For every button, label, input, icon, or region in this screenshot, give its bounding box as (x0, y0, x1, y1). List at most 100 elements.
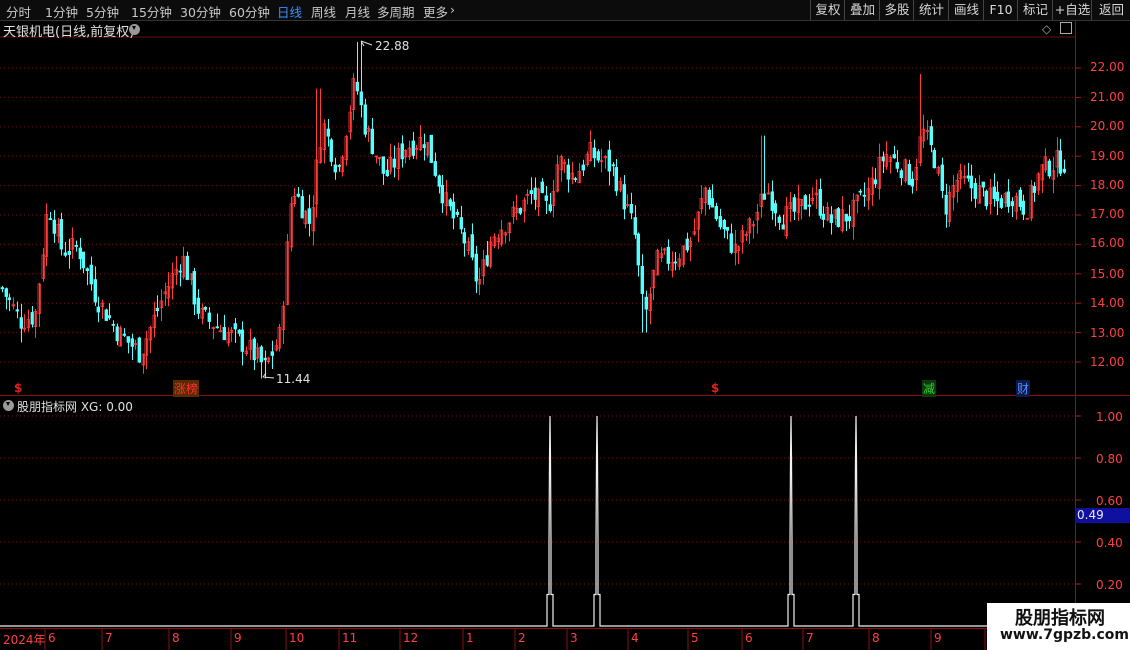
candle-body (215, 326, 219, 329)
price-tick: 15.00 (1090, 267, 1125, 281)
candle-body (115, 326, 119, 342)
candle-body (999, 198, 1003, 208)
candle-body (326, 128, 330, 137)
candle-body (52, 219, 56, 234)
candle-body (192, 271, 196, 305)
candle-body (944, 194, 948, 215)
candle-body (607, 149, 611, 172)
candle-body (462, 232, 466, 244)
candle-body (392, 158, 396, 168)
event-marker-zhangbang[interactable]: 涨榜 (173, 380, 200, 397)
event-marker-reduce[interactable]: 减 (922, 380, 937, 397)
price-tick: 13.00 (1090, 326, 1125, 340)
high-price-label: 22.88 (375, 39, 410, 53)
candle-body (981, 181, 985, 188)
candle-body (300, 196, 304, 219)
event-marker-finance[interactable]: 财 (1016, 380, 1031, 397)
candle-body (1010, 201, 1014, 207)
indicator-tick: 0.60 (1096, 494, 1123, 508)
candle-body (573, 178, 577, 181)
candle-body (592, 147, 596, 159)
candle-body (729, 233, 733, 253)
candle-body (85, 268, 89, 271)
price-tick: 21.00 (1090, 90, 1125, 104)
indicator-tick: 0.80 (1096, 452, 1123, 466)
candle-body (96, 306, 100, 313)
candle-body (48, 218, 52, 221)
xg-signal-line (0, 415, 1075, 627)
candle-body (807, 204, 811, 207)
candle-body (263, 357, 267, 361)
window-toggle-icon[interactable] (1060, 22, 1072, 34)
candle-body (773, 203, 777, 214)
candle-body (629, 204, 633, 214)
candle-body (237, 329, 241, 334)
chevron-down-icon[interactable] (129, 24, 140, 35)
candle-body (455, 211, 459, 215)
candle-body (821, 213, 825, 220)
candle-body (355, 81, 359, 92)
stock-title: 天银机电(日线,前复权) (3, 25, 135, 40)
candle-body (78, 247, 82, 260)
low-pointer (262, 372, 275, 379)
high-pointer (360, 40, 373, 47)
candle-body (836, 208, 840, 227)
time-label: 4 (631, 631, 639, 645)
candle-body (762, 193, 766, 200)
candle-body (847, 216, 851, 221)
candle-body (581, 164, 585, 171)
candle-body (544, 195, 548, 201)
event-marker-dollar[interactable]: $ (14, 381, 22, 395)
price-tick: 14.00 (1090, 296, 1125, 310)
candle-body (363, 104, 367, 135)
candle-body (829, 214, 833, 223)
candle-body (777, 216, 781, 223)
candle-body (178, 270, 182, 273)
candle-body (155, 307, 159, 312)
candle-body (411, 140, 415, 156)
candle-body (892, 154, 896, 159)
candle-body (259, 346, 263, 363)
candle-body (973, 183, 977, 199)
candle-body (640, 266, 644, 294)
time-label: 6 (48, 631, 56, 645)
candle-body (910, 178, 914, 187)
candle-body (470, 234, 474, 258)
candle-body (233, 323, 237, 330)
candle-body (533, 187, 537, 200)
candle-body (781, 224, 785, 230)
kline-chart[interactable] (0, 0, 1130, 650)
candle-body (685, 238, 689, 251)
diamond-icon[interactable]: ◇ (1042, 22, 1051, 36)
candle-body (666, 246, 670, 264)
candle-body (984, 190, 988, 207)
candle-body (429, 134, 433, 163)
time-label: 2 (518, 631, 526, 645)
candle-body (385, 170, 389, 177)
candle-body (474, 253, 478, 282)
candle-body (966, 175, 970, 179)
candle-body (818, 189, 822, 216)
candle-body (111, 323, 115, 326)
time-label: 12 (403, 631, 419, 645)
candle-body (207, 312, 211, 322)
indicator-current-value: 0.49 (1075, 508, 1130, 523)
candle-body (907, 163, 911, 185)
candle-body (337, 165, 341, 167)
time-label: 1 (466, 631, 474, 645)
candle-body (614, 167, 618, 192)
event-marker-dollar[interactable]: $ (711, 381, 719, 395)
candle-body (104, 309, 108, 321)
candle-body (540, 181, 544, 193)
candle-body (1058, 150, 1062, 174)
chevron-down-icon[interactable] (3, 400, 14, 411)
candle-body (899, 170, 903, 179)
price-tick: 16.00 (1090, 236, 1125, 250)
candle-body (707, 189, 711, 205)
candle-body (844, 213, 848, 222)
candle-body (858, 190, 862, 193)
candle-body (63, 252, 67, 256)
time-label: 6 (745, 631, 753, 645)
time-label: 7 (806, 631, 814, 645)
low-price-label: 11.44 (276, 372, 311, 386)
